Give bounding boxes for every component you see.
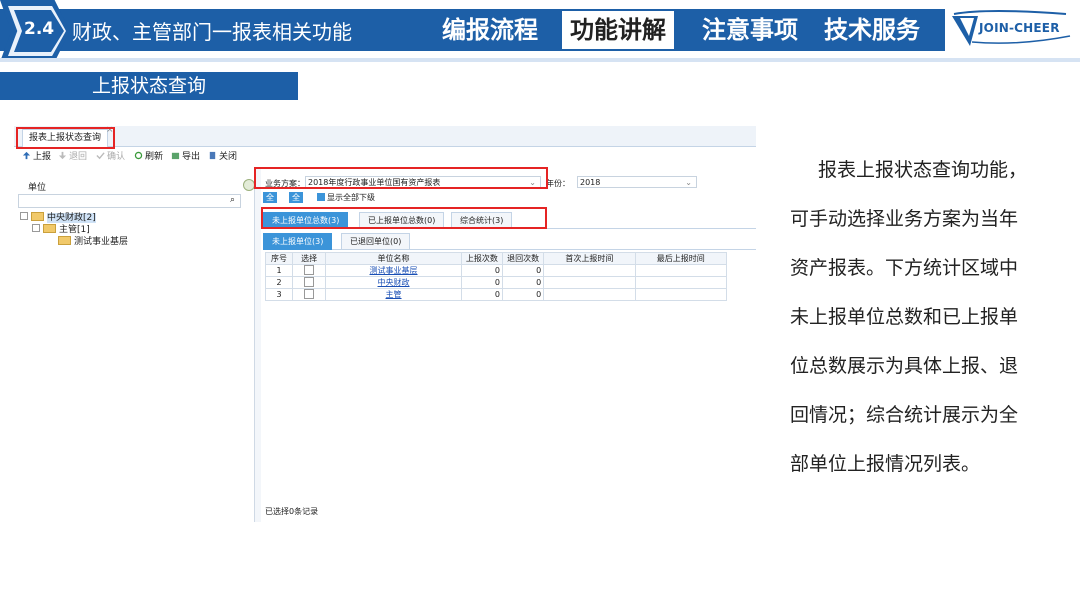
show-all-checkbox[interactable] [317, 193, 325, 201]
tree-node-supervisor[interactable]: 主管[1] [32, 224, 90, 236]
unit-link[interactable]: 测试事业基层 [370, 266, 418, 275]
tree-node-test-unit[interactable]: 测试事业基层 [58, 236, 128, 248]
table-header-row: 序号 选择 单位名称 上报次数 退回次数 首次上报时间 最后上报时间 [264, 252, 728, 265]
description-line: 位总数展示为具体上报、退 [790, 355, 1019, 377]
unit-search-input[interactable]: ⌕ [18, 194, 241, 208]
toolbar: 上报 退回 确认 刷新 导出 关闭 [14, 148, 756, 166]
door-icon [209, 151, 216, 160]
unit-link[interactable]: 主管 [386, 290, 402, 299]
tab-unreported-units[interactable]: 未上报单位(3) [263, 233, 333, 250]
table-row[interactable]: 2 中央财政 0 0 [264, 276, 728, 289]
chevron-down-icon: ⌄ [685, 178, 692, 187]
tab-returned-units[interactable]: 已退回单位(0) [341, 233, 411, 250]
description-line: 可手动选择业务方案为当年 [790, 208, 1019, 230]
row-checkbox[interactable] [304, 265, 315, 275]
sub-tabs: 未上报单位(3) 已退回单位(0) [263, 231, 756, 250]
year-select[interactable]: 2018 ⌄ [577, 176, 697, 188]
slide-header: 2.4 财政、主管部门一报表相关功能 编报流程 功能讲解 注意事项 技术服务 J… [0, 0, 1080, 62]
unit-label: 单位 [28, 183, 47, 193]
table-row[interactable]: 1 测试事业基层 0 0 [264, 264, 728, 277]
return-icon [58, 151, 67, 160]
toolbar-return-button[interactable]: 退回 [58, 148, 87, 166]
col-last-report: 最后上报时间 [634, 252, 728, 265]
toolbar-export-button[interactable]: 导出 [171, 148, 200, 166]
description-line: 部单位上报情况列表。 [790, 453, 981, 475]
folder-icon [31, 212, 44, 221]
logo-text: JOIN-CHEER [979, 21, 1060, 35]
page-subtitle: 上报状态查询 [0, 72, 298, 100]
description-line: 资产报表。下方统计区域中 [790, 257, 1019, 279]
folder-icon [43, 224, 56, 233]
tab-tech-service[interactable]: 技术服务 [816, 9, 928, 51]
col-return-count: 退回次数 [501, 252, 545, 265]
highlight-scheme [254, 167, 548, 189]
app-screenshot: 报表上报状态查询 × 上报 退回 确认 刷新 导出 关闭 单位 ⌕ 中央财政[2… [14, 125, 756, 522]
description-line: 回情况；综合统计展示为全 [790, 404, 1019, 426]
unit-link[interactable]: 中央财政 [378, 278, 410, 287]
toolbar-refresh-button[interactable]: 刷新 [134, 148, 163, 166]
col-first-report: 首次上报时间 [543, 252, 636, 265]
highlight-tab [16, 127, 115, 149]
year-label: 年份： [546, 179, 570, 188]
col-unit-name: 单位名称 [325, 252, 462, 265]
refresh-icon [134, 151, 143, 160]
row-checkbox[interactable] [304, 289, 315, 299]
col-index: 序号 [264, 252, 294, 265]
section-title: 财政、主管部门一报表相关功能 [72, 20, 352, 44]
app-tabbar: 报表上报状态查询 × [14, 125, 756, 147]
description-line: 报表上报状态查询功能， [818, 159, 1028, 181]
toolbar-upload-button[interactable]: 上报 [22, 148, 51, 166]
toolbar-confirm-button[interactable]: 确认 [96, 148, 125, 166]
deselect-all-button[interactable]: 全消 [289, 192, 303, 213]
highlight-stat-tabs [261, 207, 547, 229]
unit-tree-pane: 单位 ⌕ 中央财政[2] 主管[1] 测试事业基层 [14, 168, 255, 522]
folder-icon [58, 236, 71, 245]
tab-function-explain[interactable]: 功能讲解 [562, 11, 674, 49]
col-select: 选择 [292, 252, 327, 265]
export-icon [171, 152, 180, 160]
select-all-button[interactable]: 全选 [263, 192, 277, 213]
description-line: 未上报单位总数和已上报单 [790, 306, 1019, 328]
toolbar-close-button[interactable]: 关闭 [208, 148, 237, 166]
search-icon[interactable]: ⌕ [230, 195, 235, 205]
tree-node-central-finance[interactable]: 中央财政[2] [20, 212, 96, 224]
upload-icon [22, 151, 31, 160]
table-row[interactable]: 3 主管 0 0 [264, 288, 728, 301]
selected-count: 已选择0条记录 [265, 507, 319, 516]
confirm-icon [96, 152, 105, 160]
tab-process[interactable]: 编报流程 [434, 9, 546, 51]
tab-notes[interactable]: 注意事项 [694, 9, 806, 51]
show-all-label: 显示全部下级 [327, 193, 375, 202]
unit-status-table: 序号 选择 单位名称 上报次数 退回次数 首次上报时间 最后上报时间 1 测试事… [264, 252, 728, 301]
row-checkbox[interactable] [304, 277, 315, 287]
header-rule [0, 58, 1080, 62]
col-report-count: 上报次数 [460, 252, 504, 265]
description-text: 报表上报状态查询功能， 可手动选择业务方案为当年 资产报表。下方统计区域中 未上… [790, 146, 1050, 489]
section-number: 2.4 [24, 19, 55, 39]
